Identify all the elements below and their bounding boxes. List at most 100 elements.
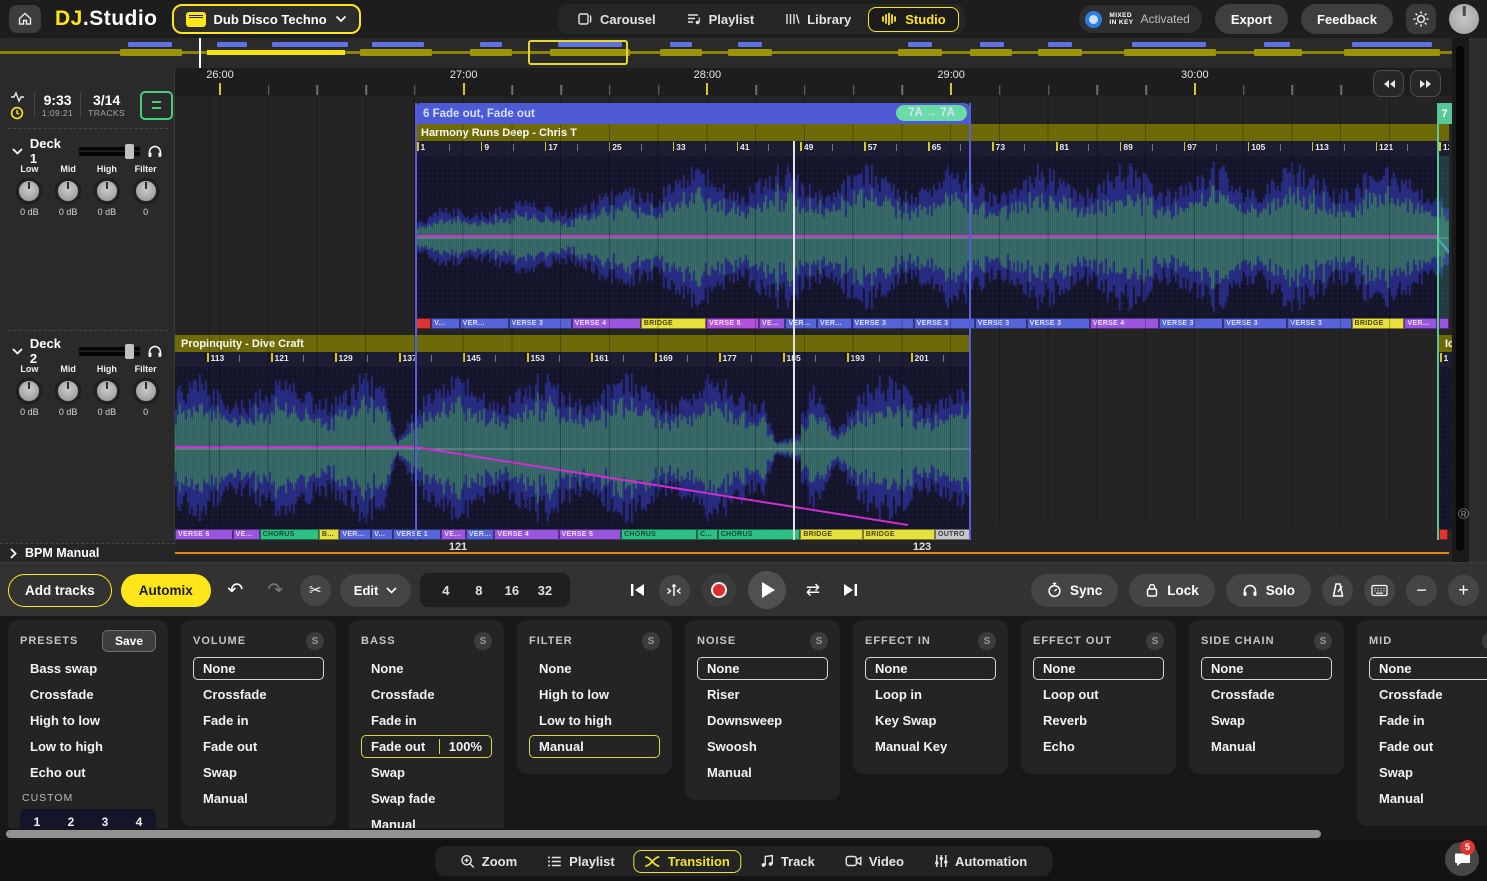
transition-option[interactable]: Loop in: [865, 683, 996, 706]
transition-option[interactable]: Manual Key: [865, 735, 996, 758]
transition-option[interactable]: Swap: [1369, 761, 1487, 784]
transition-6-header[interactable]: 6 Fade out, Fade out 7A → 7A: [415, 103, 970, 124]
transition-option[interactable]: Crossfade: [361, 683, 492, 706]
play-button[interactable]: [748, 571, 786, 609]
transition-end-line[interactable]: [969, 103, 971, 540]
knob-dial[interactable]: [134, 379, 158, 403]
transition-option[interactable]: None: [529, 657, 660, 680]
knob-dial[interactable]: [17, 379, 41, 403]
deck-2-header[interactable]: Deck 2: [0, 340, 175, 362]
transition-option[interactable]: Fade in: [193, 709, 324, 732]
track-lanes[interactable]: Harmony Runs Deep - Chris T 191725334149…: [175, 96, 1452, 562]
section-chip[interactable]: VERSE 3: [914, 318, 975, 329]
limiter-meter[interactable]: [140, 91, 173, 120]
section-chip[interactable]: V...: [371, 529, 393, 540]
track-7-waveform[interactable]: [1439, 367, 1452, 529]
beat-jump-32[interactable]: 32: [529, 583, 560, 598]
minimap-playhead[interactable]: [199, 38, 201, 68]
undo-button[interactable]: ↶: [220, 575, 251, 606]
section-chip[interactable]: VERSE 4: [572, 318, 641, 329]
transition-option[interactable]: None: [1369, 657, 1487, 680]
transition-option[interactable]: None: [1201, 657, 1332, 680]
tab-zoom[interactable]: Zoom: [449, 850, 528, 873]
section-chip[interactable]: VER...: [817, 318, 852, 329]
transition-option[interactable]: Crossfade: [193, 683, 324, 706]
track-2-beat-ruler[interactable]: 113121129137145153161169177185193201209: [175, 352, 970, 367]
sync-badge[interactable]: S: [642, 632, 660, 650]
deck-2-volume-slider[interactable]: [79, 347, 141, 356]
track-1-beat-ruler[interactable]: 191725334149576573818997105113121129: [415, 141, 1449, 156]
preset-item[interactable]: Echo out: [20, 761, 156, 784]
zoom-out-button[interactable]: −: [1406, 575, 1437, 606]
section-chip[interactable]: VER...: [339, 529, 371, 540]
transition-start-line[interactable]: [415, 103, 417, 540]
horizontal-scrollbar-thumb[interactable]: [6, 830, 1321, 838]
section-chip[interactable]: VERSE 3: [852, 318, 914, 329]
beat-jump-4[interactable]: 4: [430, 583, 461, 598]
section-chip[interactable]: BRIDGE: [1352, 318, 1405, 329]
horizontal-scrollbar[interactable]: [0, 828, 1487, 840]
sync-badge[interactable]: S: [474, 632, 492, 650]
section-chip[interactable]: VERSE 4: [494, 529, 558, 540]
section-chip[interactable]: VE...: [441, 529, 466, 540]
sync-badge[interactable]: S: [810, 632, 828, 650]
tab-automation[interactable]: Automation: [923, 850, 1038, 873]
preset-item[interactable]: Crossfade: [20, 683, 156, 706]
redo-button[interactable]: ↷: [260, 575, 291, 606]
custom-slot-2[interactable]: 2: [54, 815, 88, 829]
sync-button[interactable]: Sync: [1031, 574, 1118, 607]
jump-to-playhead-button[interactable]: [659, 575, 690, 606]
transition-option[interactable]: Reverb: [1033, 709, 1164, 732]
lock-button[interactable]: Lock: [1129, 574, 1215, 607]
section-chip[interactable]: BRIDGE: [800, 529, 862, 540]
track-2-title-bar[interactable]: Propinquity - Dive Craft: [175, 335, 970, 352]
section-chip[interactable]: CHORUS: [260, 529, 319, 540]
transition-option[interactable]: Crossfade: [1201, 683, 1332, 706]
transition-option[interactable]: Swap fade: [361, 787, 492, 810]
edit-cursor[interactable]: [793, 141, 795, 540]
track-1-sections[interactable]: V...VER...VERSE 3VERSE 4BRIDGEVERSE 5VE.…: [415, 318, 1437, 329]
section-chip[interactable]: VERSE 5: [559, 529, 621, 540]
transition-option[interactable]: Fade out: [193, 735, 324, 758]
tab-studio[interactable]: Studio: [868, 7, 958, 32]
knob-dial[interactable]: [95, 379, 119, 403]
custom-slot-3[interactable]: 3: [88, 815, 122, 829]
track-1-waveform[interactable]: [415, 156, 1449, 318]
tempo-automation-line[interactable]: [175, 552, 1449, 554]
headphones-icon[interactable]: [147, 144, 163, 158]
section-chip[interactable]: VERSE 3: [975, 318, 1027, 329]
transition-option[interactable]: None: [1033, 657, 1164, 680]
transition-option[interactable]: Swoosh: [697, 735, 828, 758]
jump-forward-button[interactable]: [1410, 70, 1441, 97]
section-chip[interactable]: VERSE 5: [706, 318, 759, 329]
section-chip[interactable]: VERSE 3: [509, 318, 572, 329]
section-chip[interactable]: [415, 318, 431, 329]
custom-slot-4[interactable]: 4: [122, 815, 156, 829]
sync-badge[interactable]: S: [1482, 632, 1487, 650]
section-chip[interactable]: VERSE 4: [1090, 318, 1159, 329]
section-chip[interactable]: BRIDGE: [641, 318, 706, 329]
section-chip[interactable]: BRIDGE: [863, 529, 935, 540]
transition-option[interactable]: Swap: [361, 761, 492, 784]
sync-badge[interactable]: S: [978, 632, 996, 650]
support-chat-button[interactable]: 5: [1445, 842, 1479, 876]
transition-option[interactable]: Key Swap: [865, 709, 996, 732]
preset-item[interactable]: Bass swap: [20, 657, 156, 680]
tab-playlist[interactable]: Playlist: [673, 7, 768, 32]
section-chip[interactable]: VERSE 1: [393, 529, 441, 540]
save-preset-button[interactable]: Save: [102, 630, 156, 652]
export-button[interactable]: Export: [1215, 4, 1288, 34]
section-chip[interactable]: VER...: [460, 318, 509, 329]
zoom-in-button[interactable]: +: [1448, 575, 1479, 606]
section-chip[interactable]: [1439, 529, 1448, 540]
knob-dial[interactable]: [56, 179, 80, 203]
transition-option[interactable]: Loop out: [1033, 683, 1164, 706]
transition-option[interactable]: Downsweep: [697, 709, 828, 732]
skip-to-start-button[interactable]: [629, 582, 647, 598]
mix-overview-minimap[interactable]: [0, 38, 1487, 68]
beat-jump-8[interactable]: 8: [463, 583, 494, 598]
preset-item[interactable]: High to low: [20, 709, 156, 732]
transition-7-start-line[interactable]: [1437, 103, 1439, 540]
transition-option[interactable]: Fade in: [1369, 709, 1487, 732]
section-chip[interactable]: VE...: [759, 318, 785, 329]
